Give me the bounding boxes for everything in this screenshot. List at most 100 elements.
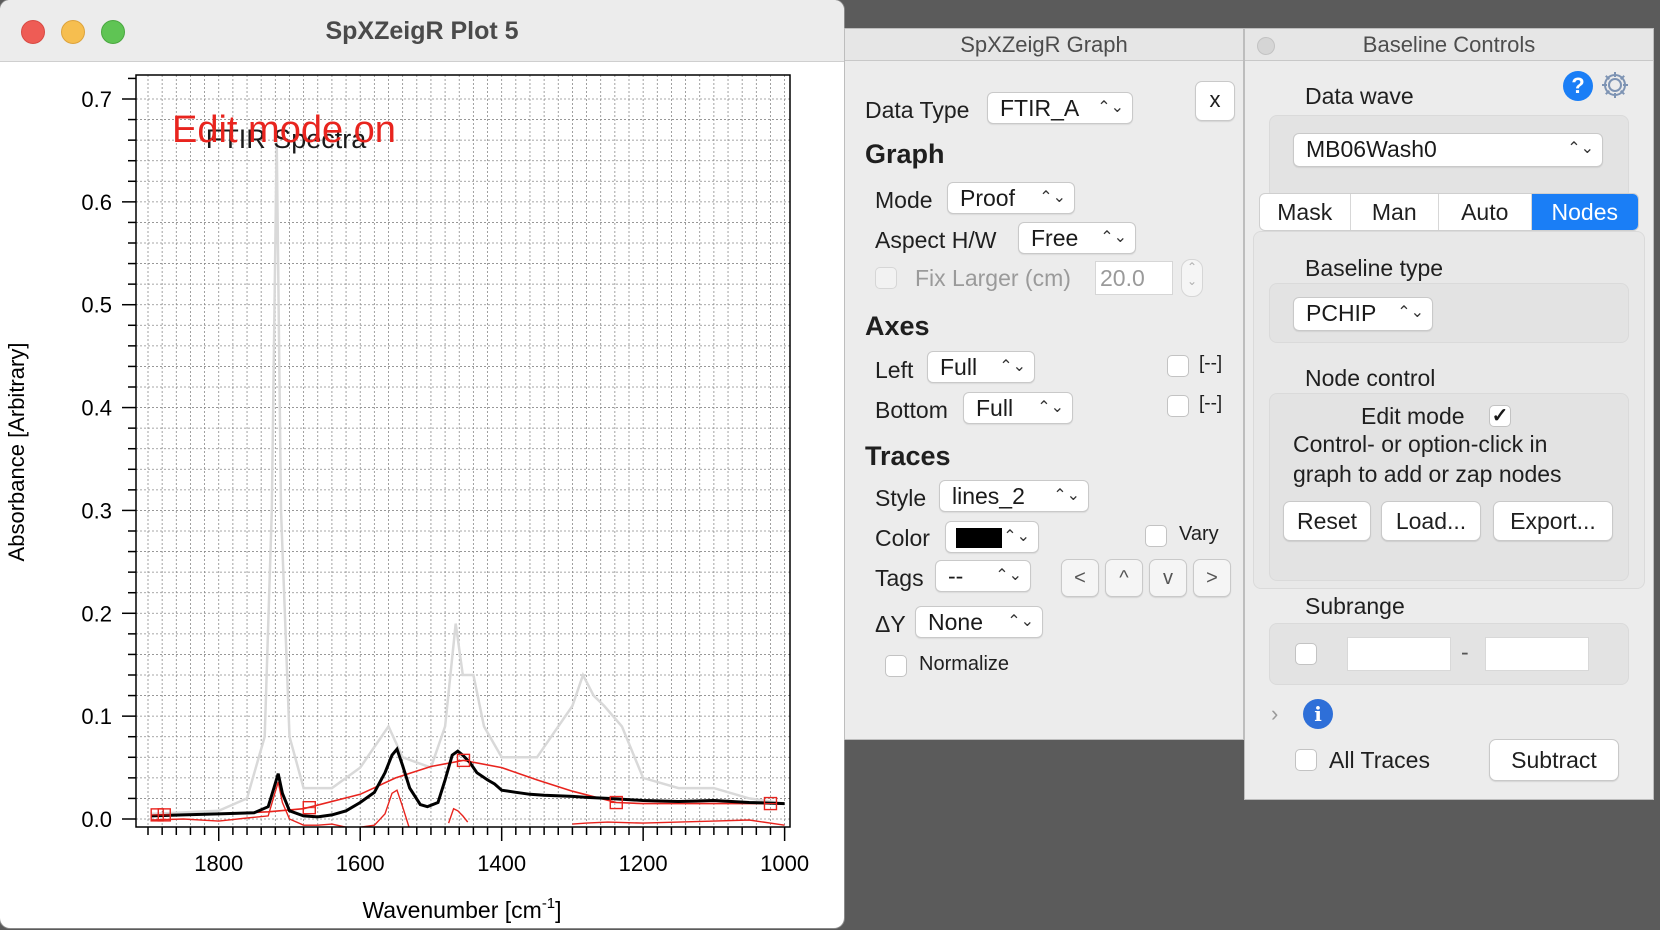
close-panel-button[interactable]	[1257, 37, 1275, 55]
left-axis-select[interactable]: Full ⌃⌄	[927, 351, 1035, 383]
node-control-label: Node control	[1305, 365, 1436, 391]
chevron-updown-icon: ⌃⌄	[1053, 487, 1080, 504]
nav-down-button[interactable]: v	[1149, 559, 1187, 597]
x-tick-label: 1000	[760, 851, 809, 876]
bottom-axis-toggle-label: [--]	[1199, 393, 1223, 414]
edit-mode-indicator: Edit mode on	[172, 109, 396, 151]
fix-larger-stepper[interactable]: ⌃ ⌄	[1181, 259, 1203, 297]
subrange-end-field[interactable]	[1485, 637, 1589, 671]
load-button[interactable]: Load...	[1381, 501, 1481, 541]
close-panel-button[interactable]: x	[1195, 81, 1235, 121]
plot-frame	[135, 74, 791, 828]
graph-panel-titlebar: SpXZeigR Graph	[845, 29, 1243, 61]
fix-larger-checkbox[interactable]	[875, 267, 897, 289]
style-select[interactable]: lines_2 ⌃⌄	[939, 480, 1089, 512]
bottom-axis-label: Bottom	[875, 397, 948, 423]
tab-auto[interactable]: Auto	[1439, 194, 1532, 230]
style-value: lines_2	[952, 483, 1025, 509]
nav-next-button[interactable]: >	[1193, 559, 1231, 597]
baseline-type-label: Baseline type	[1305, 255, 1444, 281]
delta-y-select[interactable]: None ⌃⌄	[915, 606, 1043, 638]
chevron-updown-icon: ⌃⌄	[995, 567, 1022, 584]
ftir-chart[interactable]: 1800 1600 1400 1200 1000 0.0 0.1 0.2 0.3 0.4 0.5 0.…	[0, 62, 844, 928]
chevron-updown-icon: ⌃⌄	[1097, 99, 1124, 116]
chevron-updown-icon: ⌃⌄	[1039, 189, 1066, 206]
subtract-button[interactable]: Subtract	[1489, 739, 1619, 781]
chevron-updown-icon: ⌃⌄	[1003, 528, 1030, 545]
color-swatch	[956, 528, 1002, 548]
x-tick-label: 1600	[336, 851, 385, 876]
reset-button[interactable]: Reset	[1283, 501, 1371, 541]
chart-data-layer	[150, 140, 785, 827]
data-wave-select[interactable]: MB06Wash0 ⌃⌄	[1293, 133, 1603, 167]
fix-larger-field[interactable]: 20.0	[1095, 261, 1173, 295]
bottom-axis-value: Full	[976, 395, 1014, 421]
normalize-checkbox[interactable]	[885, 655, 907, 677]
tags-select[interactable]: -- ⌃⌄	[935, 560, 1031, 592]
all-traces-checkbox[interactable]	[1295, 749, 1317, 771]
x-axis-label: Wavenumber [cm-1]	[362, 895, 561, 923]
all-traces-label: All Traces	[1329, 747, 1430, 773]
left-axis-label: Left	[875, 357, 914, 383]
chevron-updown-icon: ⌃⌄	[1100, 229, 1127, 246]
baseline-type-select[interactable]: PCHIP ⌃⌄	[1293, 297, 1433, 331]
tab-mask[interactable]: Mask	[1260, 194, 1351, 230]
plot-window: SpXZeigR Plot 5 1800 1600 1400 1200 1000 0.0 0…	[0, 0, 844, 928]
tab-man[interactable]: Man	[1351, 194, 1439, 230]
mode-select[interactable]: Proof ⌃⌄	[947, 182, 1075, 214]
edit-mode-label: Edit mode	[1361, 403, 1465, 429]
y-tick-label: 0.4	[81, 396, 112, 421]
plot-window-title: SpXZeigR Plot 5	[325, 17, 519, 45]
gear-icon[interactable]	[1599, 69, 1631, 101]
ghost-series-line	[151, 140, 785, 816]
data-wave-label: Data wave	[1305, 83, 1414, 109]
y-tick-label: 0.3	[81, 498, 112, 523]
x-tick-label: 1200	[619, 851, 668, 876]
mode-label: Mode	[875, 187, 933, 213]
baseline-panel-title: Baseline Controls	[1362, 32, 1536, 57]
axes-section-header: Axes	[865, 311, 930, 341]
bottom-axis-toggle-checkbox[interactable]	[1167, 395, 1189, 417]
aspect-select[interactable]: Free ⌃⌄	[1018, 222, 1136, 254]
y-tick-label: 0.7	[81, 87, 112, 112]
delta-y-label: ΔY	[875, 611, 906, 637]
style-label: Style	[875, 485, 927, 511]
data-type-select[interactable]: FTIR_A ⌃⌄	[987, 92, 1133, 124]
disclosure-chevron-icon[interactable]: ›	[1271, 701, 1278, 727]
info-icon[interactable]: i	[1303, 699, 1333, 729]
subrange-checkbox[interactable]	[1295, 643, 1317, 665]
nav-prev-button[interactable]: <	[1061, 559, 1099, 597]
baseline-method-tabs: Mask Man Auto Nodes	[1259, 193, 1639, 231]
y-tick-label: 0.0	[81, 807, 112, 832]
x-tick-label: 1400	[477, 851, 526, 876]
nav-up-button[interactable]: ^	[1105, 559, 1143, 597]
left-axis-toggle-checkbox[interactable]	[1167, 355, 1189, 377]
y-tick-label: 0.2	[81, 601, 112, 626]
chevron-updown-icon: ⌃⌄	[1397, 304, 1424, 321]
checkmark-icon: ✓	[1491, 405, 1509, 427]
edit-mode-checkbox[interactable]: ✓	[1489, 405, 1511, 427]
graph-panel: SpXZeigR Graph Data Type FTIR_A ⌃⌄ x Grap…	[844, 28, 1244, 740]
data-type-value: FTIR_A	[1000, 95, 1080, 121]
help-icon[interactable]: ?	[1563, 71, 1593, 101]
delta-y-value: None	[928, 609, 983, 635]
difference-series-line	[572, 819, 785, 826]
export-button[interactable]: Export...	[1493, 501, 1613, 541]
mode-value: Proof	[960, 185, 1015, 211]
tab-nodes[interactable]: Nodes	[1531, 194, 1638, 230]
vary-checkbox[interactable]	[1145, 525, 1167, 547]
subrange-label: Subrange	[1305, 593, 1405, 619]
fix-larger-label: Fix Larger (cm)	[915, 265, 1071, 291]
y-tick-label: 0.6	[81, 190, 112, 215]
chart-grid	[136, 75, 790, 827]
left-axis-value: Full	[940, 354, 978, 380]
bottom-axis-select[interactable]: Full ⌃⌄	[963, 392, 1073, 424]
color-select[interactable]: ⌃⌄	[945, 521, 1039, 553]
subrange-start-field[interactable]	[1347, 637, 1451, 671]
data-wave-value: MB06Wash0	[1306, 136, 1437, 162]
color-label: Color	[875, 525, 930, 551]
chevron-updown-icon: ⌃⌄	[1007, 613, 1034, 630]
x-tick-label: 1800	[194, 851, 243, 876]
baseline-panel: Baseline Controls Data wave ? MB06Wash0 ⌃…	[1244, 28, 1654, 800]
tags-label: Tags	[875, 565, 924, 591]
